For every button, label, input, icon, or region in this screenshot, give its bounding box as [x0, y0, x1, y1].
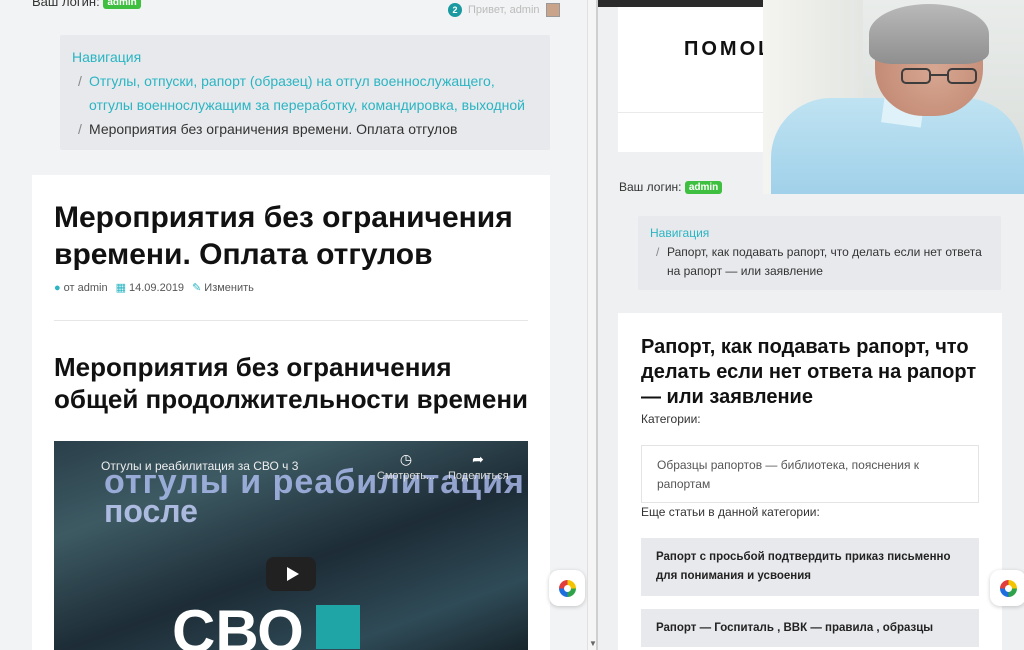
date-meta[interactable]: ▦ 14.09.2019	[116, 281, 184, 294]
webcam-person-glasses	[897, 66, 989, 86]
watch-later-label: Смотреть...	[376, 470, 436, 482]
login-user-badge[interactable]: admin	[103, 0, 141, 10]
admin-toolbar: 2 Привет, admin	[448, 3, 560, 17]
greeting-link[interactable]: Привет, admin	[468, 4, 540, 16]
glasses-lens	[947, 68, 977, 84]
assistant-logo-icon	[999, 579, 1017, 597]
floating-assistant-button[interactable]	[549, 570, 585, 606]
breadcrumb: Навигация / Рапорт, как подавать рапорт,…	[638, 216, 1001, 290]
edit-link[interactable]: ✎ Изменить	[192, 281, 254, 294]
share-button[interactable]: ➦ Поделиться	[448, 451, 509, 482]
login-label: Ваш логин:	[619, 180, 682, 194]
avatar[interactable]	[545, 3, 560, 17]
article-card: Мероприятия без ограничения времени. Опл…	[32, 175, 550, 650]
article-card: Рапорт, как подавать рапорт, что делать …	[618, 313, 1002, 650]
glasses-bridge	[931, 74, 947, 76]
play-button[interactable]	[266, 557, 316, 591]
watch-later-button[interactable]: ◷ Смотреть...	[376, 451, 436, 482]
login-user-badge[interactable]: admin	[684, 181, 723, 195]
left-browser-pane: Ваш логин: admin 2 Привет, admin Навигац…	[0, 0, 587, 650]
breadcrumb-current: Мероприятия без ограничения времени. Опл…	[89, 121, 458, 137]
glasses-lens	[901, 68, 931, 84]
breadcrumb-root-link[interactable]: Навигация	[650, 224, 989, 243]
more-articles-label: Еще статьи в данной категории:	[641, 505, 820, 519]
webcam-person-hair	[869, 4, 989, 64]
video-graphic	[316, 605, 360, 649]
play-icon	[286, 567, 299, 581]
divider	[54, 320, 528, 321]
login-label: Ваш логин:	[32, 0, 100, 9]
floating-assistant-button[interactable]	[990, 570, 1024, 606]
category-link[interactable]: Образцы рапортов — библиотека, пояснения…	[641, 445, 979, 503]
article-meta: ● от admin ▦ 14.09.2019 ✎ Изменить	[54, 281, 254, 295]
video-overlay-text: СВО	[172, 598, 304, 650]
related-article-link[interactable]: Рапорт — Госпиталь , ВВК — правила , обр…	[641, 609, 979, 647]
video-overlay-text: после	[104, 493, 198, 529]
author-meta[interactable]: ● от admin	[54, 282, 108, 294]
login-status: Ваш логин: admin	[619, 180, 723, 195]
webcam-overlay[interactable]	[763, 0, 1024, 194]
video-title[interactable]: Отгулы и реабилитация за СВО ч 3	[101, 459, 298, 473]
section-heading: Мероприятия без ограничения общей продол…	[54, 352, 529, 414]
assistant-logo-icon	[558, 579, 576, 597]
breadcrumb-separator: /	[656, 245, 660, 259]
calendar-icon: ▦	[115, 282, 126, 294]
video-player[interactable]: отгулы и реабилитация после Отгулы и реа…	[54, 441, 528, 650]
login-status: Ваш логин: admin	[32, 0, 141, 10]
clock-icon: ◷	[399, 451, 413, 467]
categories-label: Категории:	[641, 412, 701, 426]
edit-label: Изменить	[204, 282, 254, 294]
scrollbar[interactable]: ▼	[587, 0, 597, 650]
breadcrumb-current: Рапорт, как подавать рапорт, что делать …	[667, 245, 982, 278]
breadcrumb-root-link[interactable]: Навигация	[72, 45, 538, 69]
author-label: от admin	[63, 281, 108, 294]
user-icon: ●	[54, 281, 61, 294]
breadcrumb-separator: /	[78, 73, 82, 89]
page-title: Мероприятия без ограничения времени. Опл…	[54, 201, 513, 271]
date-label: 14.09.2019	[129, 282, 185, 294]
related-article-link[interactable]: Рапорт с просьбой подтвердить приказ пис…	[641, 538, 979, 596]
breadcrumb-separator: /	[78, 121, 82, 137]
edit-icon: ✎	[192, 282, 202, 294]
page-title: Рапорт, как подавать рапорт, что делать …	[641, 336, 977, 408]
share-icon: ➦	[472, 451, 484, 467]
breadcrumb: Навигация / Отгулы, отпуски, рапорт (обр…	[60, 35, 550, 150]
breadcrumb-category-link[interactable]: Отгулы, отпуски, рапорт (образец) на отг…	[89, 69, 538, 117]
share-label: Поделиться	[448, 470, 509, 482]
notification-count[interactable]: 2	[448, 3, 462, 17]
